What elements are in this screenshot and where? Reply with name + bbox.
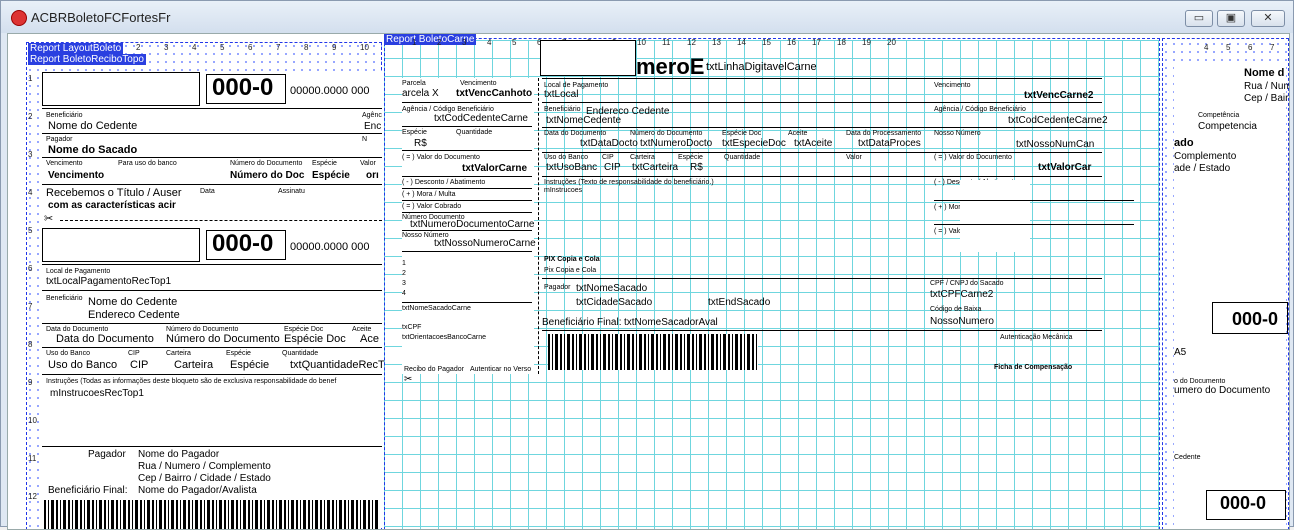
minimize-button[interactable]: ▭ <box>1185 10 1213 27</box>
report-designer-canvas[interactable]: Report LayoutBoleto Report BoletoReciboT… <box>7 33 1290 530</box>
band-label-layout: Report LayoutBoleto <box>28 43 124 54</box>
close-icon: ✕ <box>1263 12 1273 24</box>
bank-code: 000-0 <box>212 74 274 101</box>
window-title: ACBRBoletoFCFortesFr <box>31 10 171 25</box>
maximize-button[interactable]: ▣ <box>1217 10 1245 27</box>
maximize-icon: ▣ <box>1225 12 1237 24</box>
app-window: ACBRBoletoFCFortesFr ▭ ▣ ✕ Report Layout… <box>0 0 1294 530</box>
right-bank-code: 000-0 <box>1232 309 1279 329</box>
minimize-icon: ▭ <box>1193 12 1205 24</box>
barcode-ficha <box>548 334 758 370</box>
scissors-icon: ✂ <box>44 213 54 225</box>
overlay-white-block <box>960 180 1030 252</box>
left-side-ruler: 1 2 3 4 5 6 7 8 9 10 11 12 <box>28 74 37 501</box>
right-top-ruler: 45678 <box>1204 43 1275 52</box>
bank-code-2: 000-0 <box>212 230 274 257</box>
left-top-ruler: 2 3 4 5 6 7 8 9 10 <box>136 43 369 52</box>
center-top-ruler: 1234567891011121314151617181920 <box>412 38 896 47</box>
pagador-value: Nome do Sacado <box>48 144 138 156</box>
app-icon <box>11 10 27 26</box>
barcode-left <box>44 500 380 529</box>
right-bank-code-2: 000-0 <box>1220 493 1267 513</box>
close-button[interactable]: ✕ <box>1251 10 1285 27</box>
title-bar: ACBRBoletoFCFortesFr ▭ ▣ ✕ <box>1 1 1293 33</box>
ficha-logo-box <box>540 40 636 76</box>
linha-digitavel: 00000.0000 000 <box>290 85 370 97</box>
band-label-recibo-topo: Report BoletoReciboTopo <box>28 54 146 65</box>
ficha-linha-digitavel: txtLinhaDigitavelCarne <box>706 61 817 73</box>
scissors-icon-2: ✂ <box>404 374 413 385</box>
beneficiario-value: Nome do Cedente <box>48 120 138 132</box>
logo-box <box>42 72 200 106</box>
ficha-bank-number: meroE <box>636 54 705 79</box>
